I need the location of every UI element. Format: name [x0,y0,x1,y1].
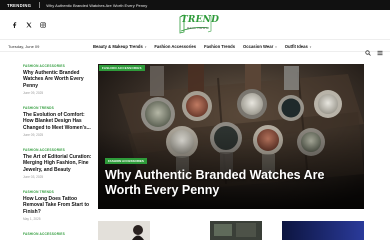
list-item[interactable]: FASHION TRENDS The Evolution of Comfort:… [23,106,93,137]
post-date: June 03, 2025 [23,174,44,179]
post-thumbnail[interactable] [282,221,364,240]
nav-menu: Beauty & Makeup Trends ▾ Fashion Accessor… [93,44,319,49]
post-title[interactable]: The Evolution of Comfort: How Blanket De… [23,112,93,131]
post-title[interactable]: Why Authentic Branded Watches Are Worth … [23,70,93,89]
trending-divider [39,2,41,8]
nav-item-occasion-wear[interactable]: Occasion Wear ▾ [243,44,277,49]
nav-item-outfit-ideas[interactable]: Outfit Ideas ▾ [285,44,312,49]
post-title[interactable]: The Art of Editorial Curation: Merging H… [23,154,93,173]
site-logo[interactable]: TREND REAL NEWS [178,14,219,36]
hero-category-badge[interactable]: FASHION ACCESSORIES [99,65,145,71]
post-title[interactable]: How Long Does Tattoo Removal Take From S… [23,196,93,215]
main-navigation: Tuesday, June 09 Beauty & Makeup Trends ▾… [0,39,390,56]
nav-item-beauty-makeup-trends[interactable]: Beauty & Makeup Trends ▾ [93,44,146,49]
post-category[interactable]: FASHION ACCESSORIES [23,64,93,68]
nav-item-label: Fashion Accessories [154,44,197,49]
trending-headline-link[interactable]: Why Authentic Branded Watches Are Worth … [46,3,147,8]
post-date: June 09, 2025 [23,90,44,95]
facebook-icon[interactable] [11,21,18,28]
nav-item-label: Fashion Trends [204,44,236,49]
chevron-down-icon: ▾ [144,44,147,49]
chevron-down-icon: ▾ [309,44,312,49]
nav-item-fashion-trends[interactable]: Fashion Trends [204,44,235,49]
thumbnail-image [98,221,150,240]
instagram-icon[interactable] [39,21,46,28]
logo-word: TREND [181,15,220,25]
post-category[interactable]: FASHION TRENDS [23,190,93,194]
list-item[interactable]: FASHION ACCESSORIES Why Authentic Brande… [23,64,93,95]
nav-item-fashion-accessories[interactable]: Fashion Accessories [154,44,196,49]
logo-subtitle: REAL NEWS [187,26,209,30]
featured-post[interactable]: FASHION ACCESSORIES FASHION ACCESSORIES … [98,64,364,209]
list-item[interactable]: FASHION ACCESSORIES [23,232,93,236]
social-links [11,21,46,28]
nav-icons [365,43,383,61]
nav-item-label: Occasion Wear [243,44,274,49]
hero-title[interactable]: Why Authentic Branded Watches Are Worth … [105,168,335,197]
post-category[interactable]: FASHION ACCESSORIES [23,232,93,236]
search-icon[interactable] [365,43,371,61]
trending-label: TRENDING [7,2,32,8]
post-date: May 1, 2025 [23,216,41,221]
current-date: Tuesday, June 09 [8,44,40,49]
nav-item-label: Beauty & Makeup Trends [93,44,143,49]
hero-caption-category-badge[interactable]: FASHION ACCESSORIES [105,158,147,164]
trending-bar: TRENDING Why Authentic Branded Watches A… [0,0,390,10]
post-category[interactable]: FASHION ACCESSORIES [23,148,93,152]
post-thumbnail[interactable] [210,221,262,240]
twitter-icon[interactable] [25,21,32,28]
thumbnail-image [210,221,262,240]
post-thumbnail[interactable] [98,221,150,240]
list-item[interactable]: FASHION ACCESSORIES The Art of Editorial… [23,148,93,179]
menu-icon[interactable] [377,43,383,61]
chevron-down-icon: ▾ [275,44,277,49]
post-date: June 09, 2025 [23,132,44,137]
list-item[interactable]: FASHION TRENDS How Long Does Tattoo Remo… [23,190,93,221]
post-category[interactable]: FASHION TRENDS [23,106,93,110]
thumbnail-image [282,221,364,240]
nav-item-label: Outfit Ideas [284,44,308,49]
